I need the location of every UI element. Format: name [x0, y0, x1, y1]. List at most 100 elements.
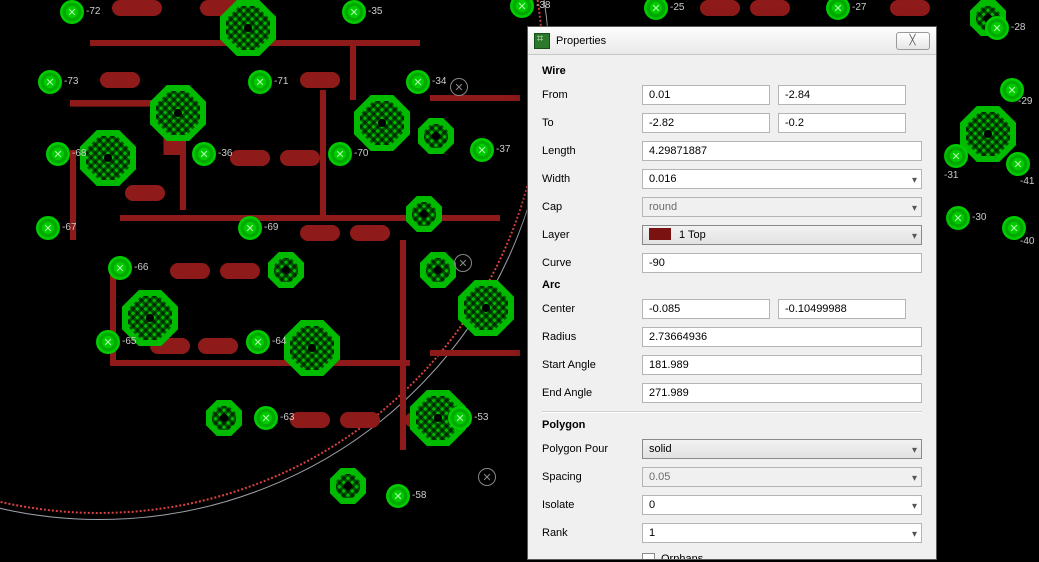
via — [470, 138, 494, 162]
to-x-field[interactable]: -2.82 — [642, 113, 770, 133]
via-label: -31 — [944, 170, 958, 181]
smd-pad — [700, 0, 740, 16]
isolate-combo[interactable]: 0 — [642, 495, 922, 515]
length-label: Length — [542, 145, 642, 157]
length-field[interactable]: 4.29871887 — [642, 141, 922, 161]
smd-pad — [220, 263, 260, 279]
via-label: -36 — [218, 148, 232, 159]
via — [328, 142, 352, 166]
trace — [110, 360, 410, 366]
close-button[interactable]: ╳ — [896, 32, 930, 50]
smd-pad — [170, 263, 210, 279]
via-label: -63 — [280, 412, 294, 423]
orphans-checkbox[interactable] — [642, 553, 655, 560]
center-label: Center — [542, 303, 642, 315]
smd-pad — [198, 338, 238, 354]
layer-swatch — [649, 228, 671, 240]
from-y-field[interactable]: -2.84 — [778, 85, 906, 105]
smd-pad — [890, 0, 930, 16]
cap-combo[interactable]: round — [642, 197, 922, 217]
app-icon — [534, 33, 550, 49]
pad — [406, 196, 442, 232]
via — [510, 0, 534, 18]
curve-field[interactable]: -90 — [642, 253, 922, 273]
start-angle-field[interactable]: 181.989 — [642, 355, 922, 375]
section-polygon: Polygon — [542, 419, 922, 431]
via-label: -71 — [274, 76, 288, 87]
trace — [430, 95, 520, 101]
via — [254, 406, 278, 430]
pour-combo[interactable]: solid — [642, 439, 922, 459]
pad — [268, 252, 304, 288]
spacing-combo[interactable]: 0.05 — [642, 467, 922, 487]
smd-pad — [100, 72, 140, 88]
via-label: -40 — [1020, 236, 1034, 247]
from-label: From — [542, 89, 642, 101]
pad — [418, 118, 454, 154]
via-label: -58 — [412, 490, 426, 501]
width-combo[interactable]: 0.016 — [642, 169, 922, 189]
from-x-field[interactable]: 0.01 — [642, 85, 770, 105]
via — [406, 70, 430, 94]
smd-pad — [300, 72, 340, 88]
isolate-label: Isolate — [542, 499, 642, 511]
via-label: -70 — [354, 148, 368, 159]
center-y-field[interactable]: -0.10499988 — [778, 299, 906, 319]
layer-label: Layer — [542, 229, 642, 241]
properties-dialog: Properties ╳ Wire From 0.01 -2.84 To -2.… — [527, 26, 937, 560]
section-wire: Wire — [542, 65, 922, 77]
via-label: -53 — [474, 412, 488, 423]
via — [96, 330, 120, 354]
via-label: -69 — [264, 222, 278, 233]
center-x-field[interactable]: -0.085 — [642, 299, 770, 319]
pad — [284, 320, 340, 376]
via — [246, 330, 270, 354]
smd-pad — [280, 150, 320, 166]
via — [46, 142, 70, 166]
smd-pad — [230, 150, 270, 166]
drill-hole — [450, 78, 468, 96]
pad — [206, 400, 242, 436]
pad — [354, 95, 410, 151]
drill-hole — [478, 468, 496, 486]
via — [36, 216, 60, 240]
curve-label: Curve — [542, 257, 642, 269]
via — [38, 70, 62, 94]
trace — [430, 350, 520, 356]
via — [946, 206, 970, 230]
smd-pad — [290, 412, 330, 428]
via-label: -65 — [122, 336, 136, 347]
via — [644, 0, 668, 20]
smd-pad — [300, 225, 340, 241]
via-label: -37 — [496, 144, 510, 155]
pad — [420, 252, 456, 288]
dialog-title: Properties — [556, 35, 896, 47]
smd-pad — [750, 0, 790, 16]
via-label: -64 — [272, 336, 286, 347]
trace — [350, 40, 356, 100]
radius-field[interactable]: 2.73664936 — [642, 327, 922, 347]
end-angle-field[interactable]: 271.989 — [642, 383, 922, 403]
cap-label: Cap — [542, 201, 642, 213]
layer-combo[interactable]: 1 Top — [642, 225, 922, 245]
pad — [960, 106, 1016, 162]
via — [248, 70, 272, 94]
to-y-field[interactable]: -0.2 — [778, 113, 906, 133]
layer-value: 1 Top — [679, 229, 706, 241]
pad — [330, 468, 366, 504]
rank-combo[interactable]: 1 — [642, 523, 922, 543]
dialog-titlebar[interactable]: Properties ╳ — [528, 27, 936, 55]
via-label: -38 — [536, 0, 550, 11]
trace — [120, 215, 500, 221]
radius-label: Radius — [542, 331, 642, 343]
pad — [80, 130, 136, 186]
via-label: -28 — [1011, 22, 1025, 33]
section-arc: Arc — [542, 279, 922, 291]
orphans-label: Orphans — [661, 553, 703, 559]
via — [192, 142, 216, 166]
via-label: -72 — [86, 6, 100, 17]
pad — [458, 280, 514, 336]
via — [342, 0, 366, 24]
via — [238, 216, 262, 240]
end-angle-label: End Angle — [542, 387, 642, 399]
